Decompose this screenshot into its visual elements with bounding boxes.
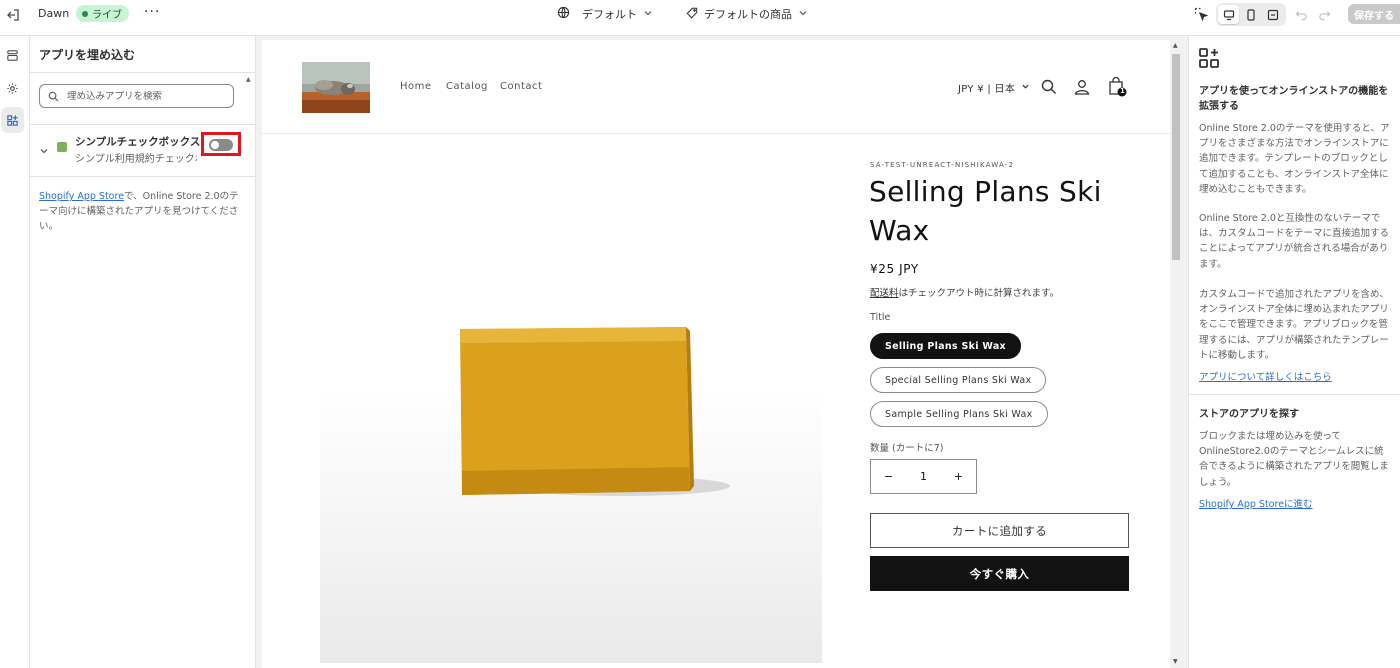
divider [30, 176, 256, 177]
sections-icon[interactable] [1, 42, 24, 68]
product-image[interactable] [320, 161, 822, 663]
scroll-up-icon[interactable]: ▲ [246, 76, 251, 83]
info-paragraph: Online Store 2.0と互換性のないテーマでは、カスタムコードをテーマ… [1199, 213, 1390, 270]
nav-link-contact[interactable]: Contact [500, 81, 542, 92]
editor-topbar: Dawn ライブ ··· デフォルト デフォルトの商品 保存する [0, 0, 1400, 36]
product-selector-label: デフォルトの商品 [704, 8, 792, 21]
product-vendor: SA-TEST-UNREACT-NISHIKAWA-2 [870, 161, 1015, 169]
chevron-down-icon [1021, 82, 1030, 94]
app-store-hint: Shopify App Storeで、Online Store 2.0のテーマ向… [39, 189, 239, 234]
product-price: ¥25 JPY [870, 262, 919, 276]
panel-title: アプリを埋め込む [39, 48, 136, 62]
app-embeds-panel: アプリを埋め込む ▲ シンプルチェックボックス シンプル利用規約チェックボックス… [30, 36, 256, 668]
app-description: シンプル利用規約チェックボックス [75, 154, 197, 165]
quantity-minus-button[interactable]: − [871, 470, 906, 483]
save-button[interactable]: 保存する [1348, 4, 1400, 24]
variant-option[interactable]: Special Selling Plans Ski Wax [870, 367, 1047, 393]
info-paragraph: ブロックまたは埋め込みを使ってOnlineStore2.0のテーマとシームレスに… [1199, 431, 1389, 488]
settings-icon[interactable] [1, 75, 24, 101]
scrollbar-thumb[interactable] [1172, 54, 1180, 260]
app-store-link[interactable]: Shopify App Storeに進む [1199, 496, 1313, 510]
preview-scrollbar[interactable]: ▲ ▼ [1170, 40, 1182, 668]
divider [30, 124, 256, 125]
divider [1189, 394, 1400, 395]
more-actions-button[interactable]: ··· [144, 4, 160, 20]
quantity-stepper: − 1 + [870, 459, 977, 494]
scroll-up-icon[interactable]: ▲ [1173, 42, 1178, 49]
app-embed-item: シンプルチェックボックス シンプル利用規約チェックボックス [30, 132, 256, 172]
app-search-field[interactable] [39, 84, 234, 108]
apps-icon [1198, 47, 1220, 73]
app-info-panel: アプリを使ってオンラインストアの機能を拡張する Online Store 2.0… [1188, 36, 1400, 668]
desktop-icon[interactable] [1218, 5, 1239, 24]
app-name: シンプルチェックボックス [75, 136, 201, 148]
currency-selector[interactable]: JPY ¥ | 日本 [958, 80, 1030, 95]
template-selector[interactable]: デフォルト [557, 4, 653, 24]
product-selector[interactable]: デフォルトの商品 [686, 4, 808, 24]
app-logo-icon [57, 142, 67, 152]
live-dot-icon [82, 10, 88, 17]
shipping-note: 配送料はチェックアウト時に計算されます。 [870, 285, 1059, 299]
quantity-label: 数量 (カートに7) [870, 443, 944, 454]
search-icon[interactable] [1040, 78, 1058, 96]
info-paragraph: カスタムコードで追加されたアプリを含め、オンラインストア全体に埋め込まれたアプリ… [1199, 289, 1390, 361]
variant-option[interactable]: Sample Selling Plans Ski Wax [870, 401, 1048, 427]
nav-link-home[interactable]: Home [400, 81, 432, 92]
mobile-icon[interactable] [1240, 5, 1261, 24]
info-heading: ストアのアプリを探す [1199, 409, 1299, 420]
chevron-down-icon [798, 8, 808, 21]
learn-more-link[interactable]: アプリについて詳しくはこちら [1199, 369, 1332, 383]
currency-label: JPY ¥ | 日本 [958, 84, 1016, 95]
template-selector-label: デフォルト [582, 8, 637, 21]
info-heading: アプリを使ってオンラインストアの機能を拡張する [1199, 86, 1389, 112]
fullscreen-icon[interactable] [1262, 5, 1283, 24]
chevron-down-icon [643, 8, 653, 21]
theme-name: Dawn [38, 7, 70, 20]
tag-icon [686, 7, 698, 22]
apps-icon[interactable] [1, 107, 24, 133]
globe-icon [557, 6, 570, 22]
quantity-value[interactable]: 1 [906, 470, 941, 483]
device-switcher [1216, 3, 1286, 26]
shipping-link[interactable]: 配送料 [870, 288, 899, 299]
cart-count: 1 [1120, 86, 1125, 95]
divider [30, 72, 256, 73]
info-paragraph: Online Store 2.0のテーマを使用すると、アプリをさまざまな方法でオ… [1199, 123, 1390, 195]
store-preview: Home Catalog Contact JPY ¥ | 日本 1 SA-TES… [262, 40, 1170, 668]
option-label: Title [870, 312, 891, 323]
shopify-app-store-link[interactable]: Shopify App Store [39, 191, 124, 202]
store-logo[interactable] [302, 62, 370, 113]
exit-icon[interactable] [5, 7, 21, 23]
inspector-icon[interactable] [1193, 6, 1209, 22]
variant-option[interactable]: Selling Plans Ski Wax [870, 333, 1021, 359]
add-to-cart-button[interactable]: カートに追加する [870, 513, 1129, 548]
search-input[interactable] [67, 90, 217, 102]
shipping-text: はチェックアウト時に計算されます。 [898, 288, 1060, 299]
toggle-highlight [201, 132, 241, 156]
quantity-plus-button[interactable]: + [941, 470, 976, 483]
nav-link-catalog[interactable]: Catalog [446, 81, 488, 92]
store-header: Home Catalog Contact JPY ¥ | 日本 1 [262, 40, 1170, 134]
scroll-down-icon[interactable]: ▼ [1173, 658, 1178, 665]
editor-nav-rail [0, 36, 30, 668]
status-badge: ライブ [76, 5, 129, 22]
undo-icon[interactable] [1293, 6, 1309, 22]
chevron-down-icon[interactable] [39, 141, 49, 160]
product-title: Selling Plans Ski Wax [869, 175, 1102, 247]
search-icon [48, 87, 59, 106]
redo-icon[interactable] [1316, 6, 1332, 22]
account-icon[interactable] [1073, 78, 1091, 96]
buy-now-button[interactable]: 今すぐ購入 [870, 556, 1129, 591]
cart-icon[interactable]: 1 [1107, 76, 1127, 97]
app-embed-toggle[interactable] [209, 139, 233, 151]
status-badge-label: ライブ [92, 10, 122, 21]
